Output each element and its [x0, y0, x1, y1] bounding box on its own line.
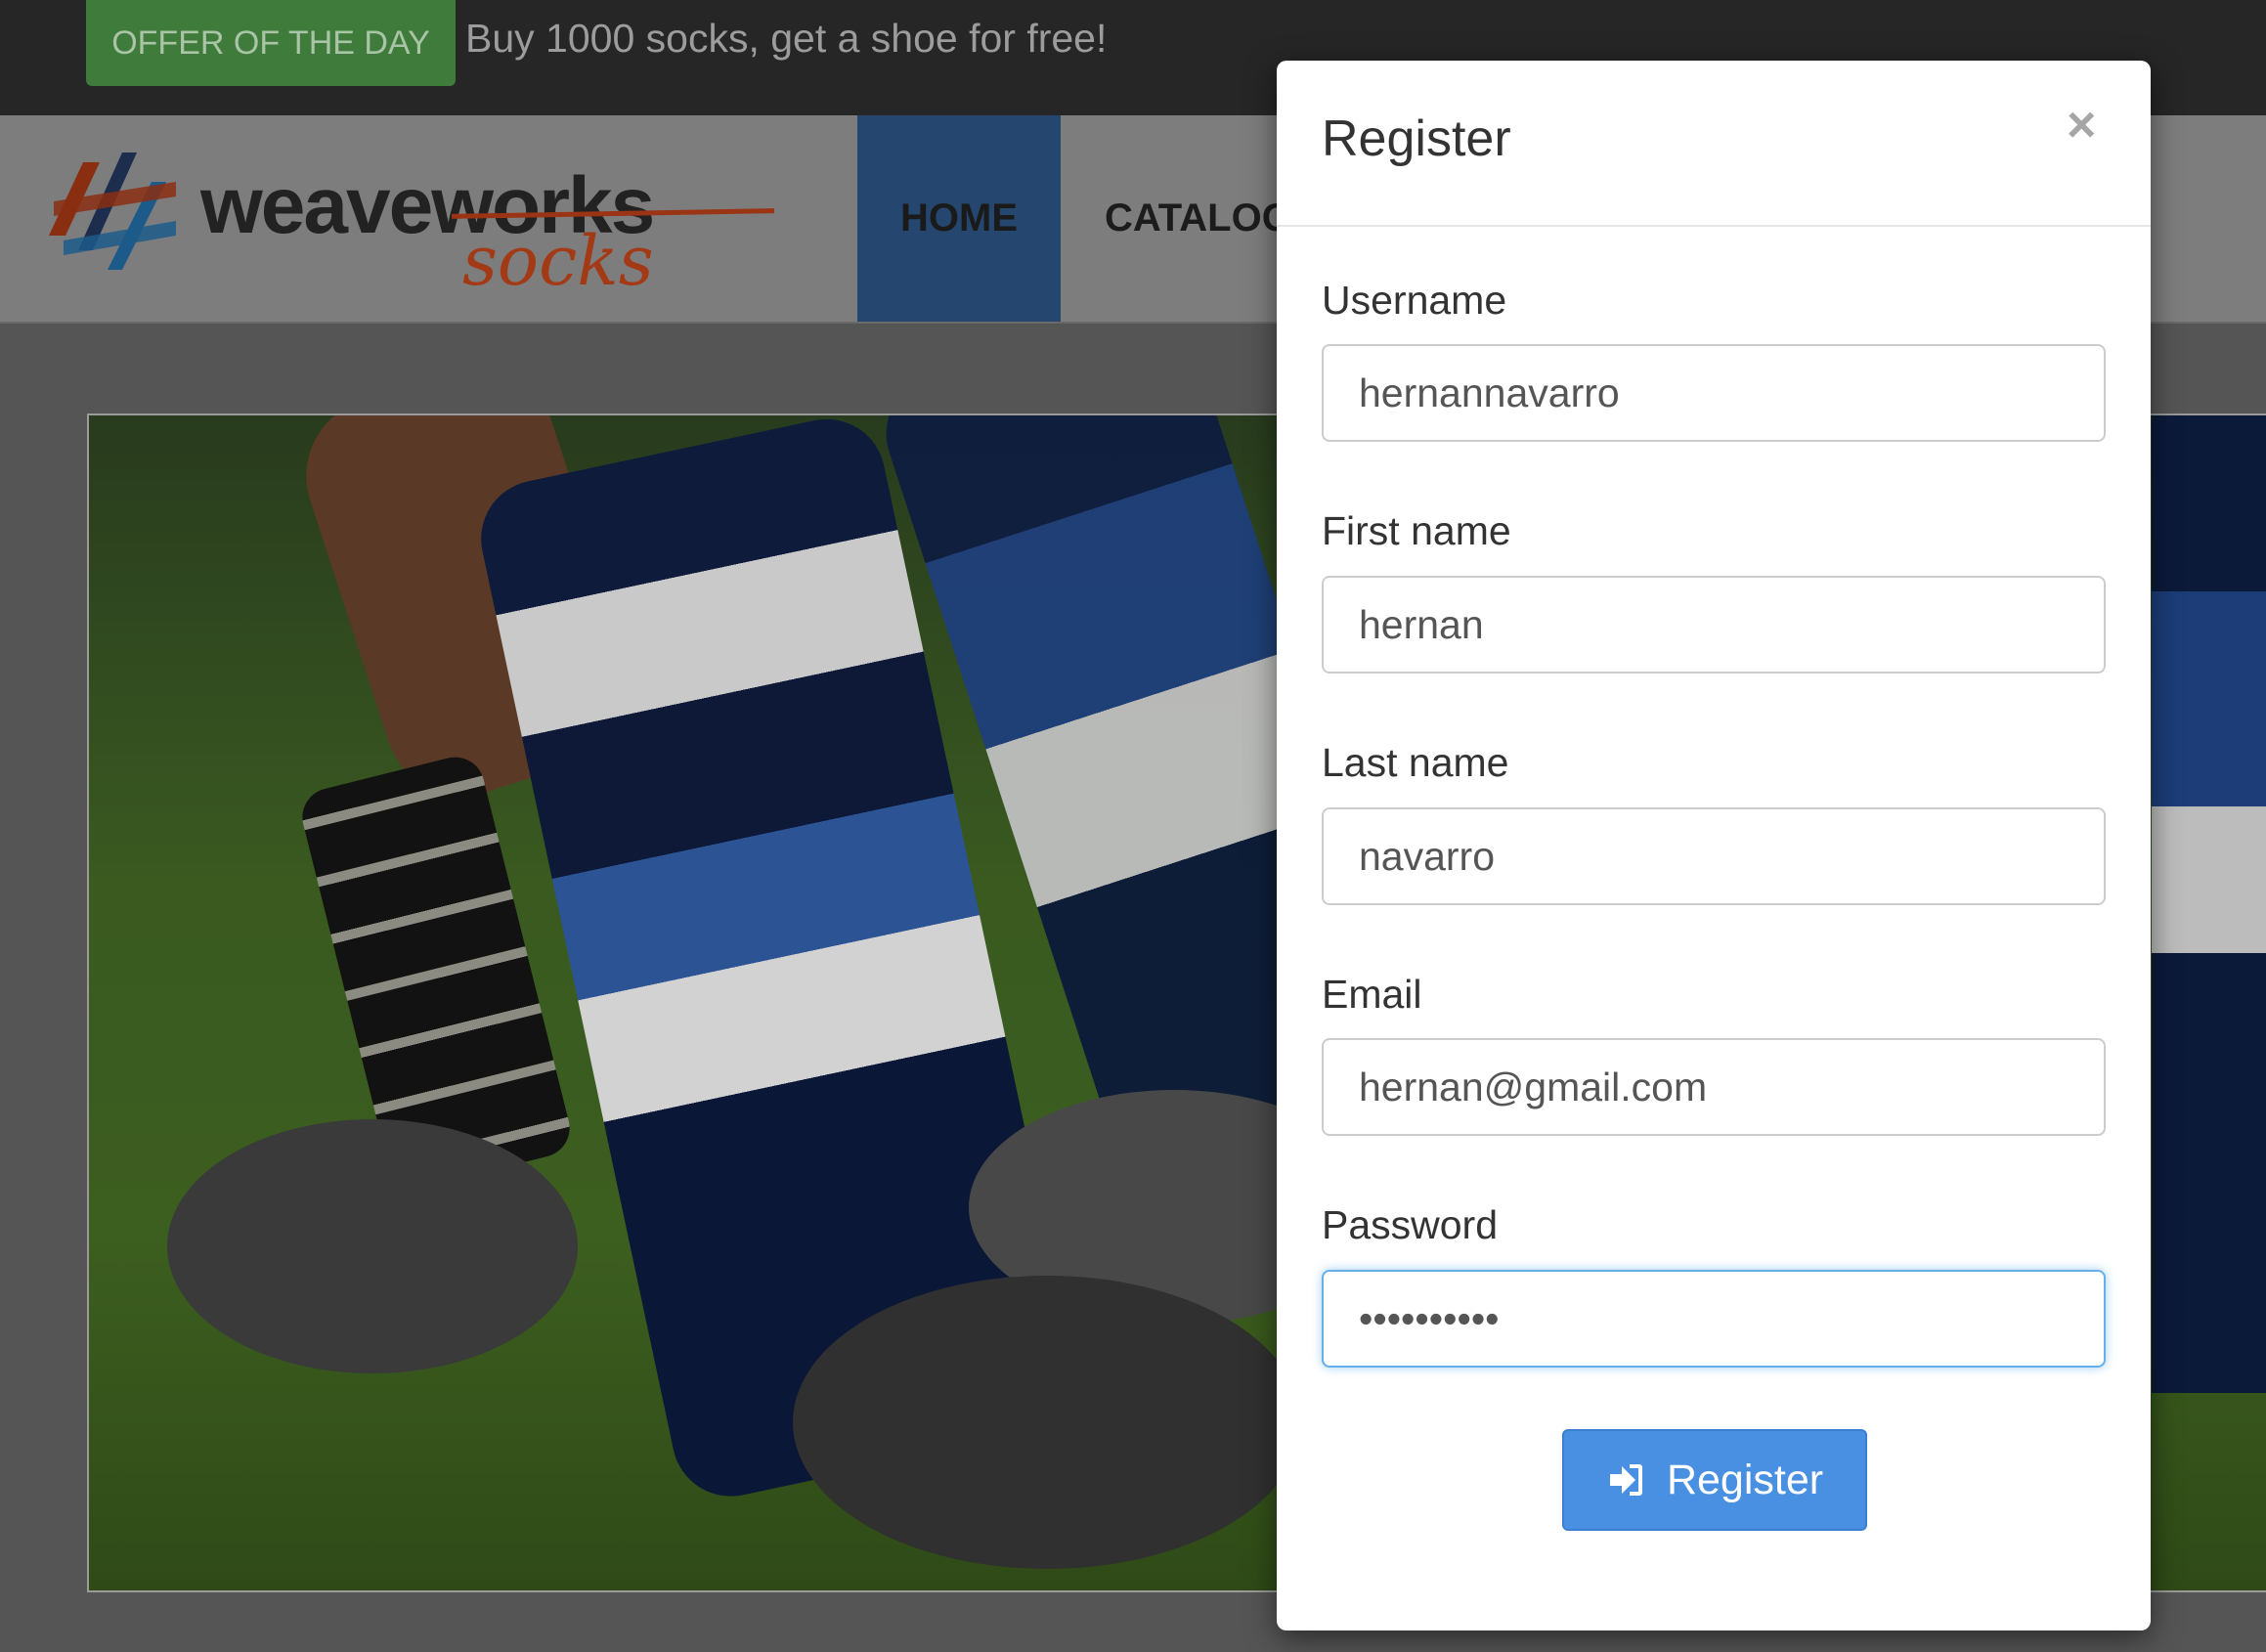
modal-title: Register	[1322, 110, 1511, 167]
password-label: Password	[1322, 1202, 1499, 1247]
register-modal: Register × Username First name Last name…	[1277, 61, 2151, 1630]
register-button[interactable]: Register	[1562, 1429, 1867, 1531]
password-input[interactable]	[1322, 1270, 2106, 1368]
first-name-input[interactable]	[1322, 576, 2106, 674]
username-input[interactable]	[1322, 344, 2106, 442]
modal-header: Register ×	[1277, 61, 2151, 227]
email-input[interactable]	[1322, 1038, 2106, 1136]
logo-socks-text: socks	[462, 221, 654, 301]
nav-home[interactable]: HOME	[857, 115, 1061, 322]
hero-sock-right	[2152, 415, 2266, 1393]
offer-text: Buy 1000 socks, get a shoe for free!	[465, 16, 1108, 61]
weaveworks-logo-icon	[49, 152, 176, 270]
close-icon[interactable]: ×	[2067, 100, 2096, 151]
register-button-label: Register	[1666, 1456, 1824, 1503]
hero-shoe	[793, 1276, 1301, 1569]
email-label: Email	[1322, 972, 1422, 1017]
hero-shoe	[167, 1119, 578, 1373]
last-name-label: Last name	[1322, 740, 1509, 785]
weaveworks-socks-logo[interactable]: weaveworks socks	[39, 143, 775, 309]
first-name-label: First name	[1322, 508, 1511, 553]
offer-of-the-day-badge[interactable]: OFFER OF THE DAY	[86, 0, 456, 86]
username-label: Username	[1322, 278, 1507, 323]
nav-catalog[interactable]: CATALOG	[1105, 115, 1292, 322]
last-name-input[interactable]	[1322, 807, 2106, 905]
sign-in-icon	[1609, 1464, 1642, 1496]
